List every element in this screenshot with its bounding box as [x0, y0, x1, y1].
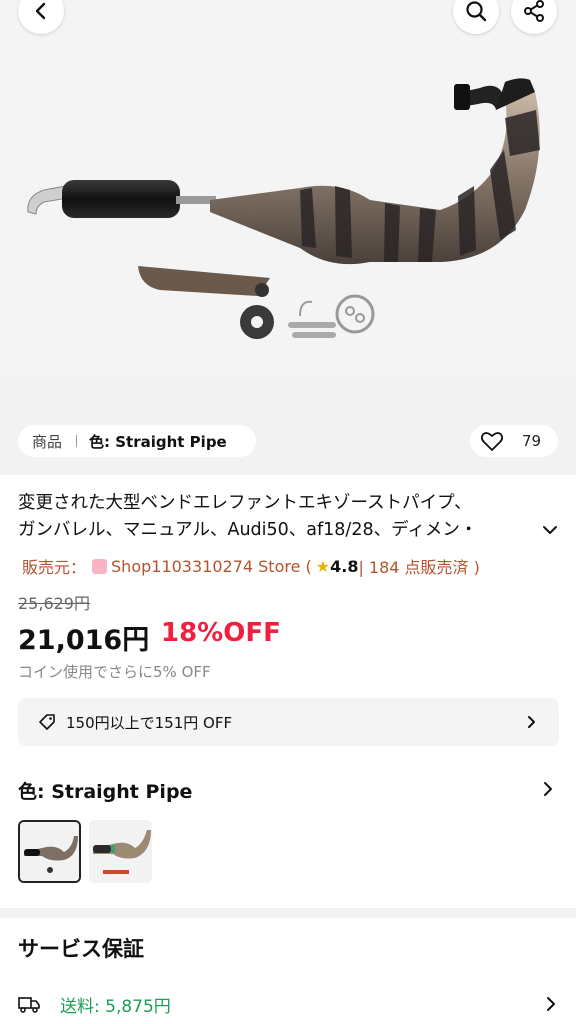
product-title-line-1: 変更された大型ベンドエレファントエキゾーストパイプ、 — [18, 493, 472, 513]
product-page: 商品 色: Straight Pipe 79 変更された大型ベンドエレファントエ… — [0, 0, 576, 1024]
seller-prefix: 販売元： — [22, 558, 87, 577]
truck-icon — [18, 997, 40, 1013]
exhaust-pipe-illustration — [27, 78, 540, 339]
shipping-row[interactable]: 送料: 5,875円 — [18, 990, 559, 1018]
current-price: 21,016円 — [18, 625, 150, 656]
variant-chip-tag: 商品 — [32, 432, 63, 451]
favorite-button[interactable]: 79 — [470, 425, 558, 457]
chevron-down-icon — [543, 526, 557, 534]
discount-badge: 18%OFF — [161, 618, 281, 648]
coin-note: コイン使用でさらに5% OFF — [18, 663, 211, 681]
coupon-text: 150円以上で151円 OFF — [66, 713, 233, 732]
tag-icon — [39, 714, 55, 730]
original-price: 25,629円 — [18, 594, 90, 613]
swatch-thumbnail — [89, 820, 152, 883]
variant-chip[interactable]: 商品 色: Straight Pipe — [18, 425, 256, 457]
search-icon — [466, 1, 487, 22]
store-bag-icon — [92, 558, 108, 574]
store-name: Shop1103310274 Store ( — [111, 556, 312, 576]
color-section-heading[interactable]: 色: Straight Pipe — [18, 777, 192, 804]
star-icon: ★ — [315, 556, 331, 576]
seller-link[interactable]: 販売元： Shop1103310274 Store ( ★ 4.8 | 184 … — [22, 554, 480, 578]
coupon-banner[interactable]: 150円以上で151円 OFF — [18, 698, 559, 746]
share-icon — [524, 0, 544, 22]
favorite-count: 79 — [522, 432, 542, 450]
chevron-right-icon — [547, 997, 555, 1011]
chevron-right-icon — [544, 782, 552, 796]
color-swatch-straight-pipe[interactable] — [18, 820, 81, 883]
chevron-right-icon — [528, 716, 535, 728]
variant-chip-divider — [76, 435, 78, 447]
chevron-left-icon — [35, 2, 46, 20]
color-swatch-2[interactable] — [89, 820, 152, 883]
store-sold-count: | 184 点販売済 ) — [358, 558, 480, 577]
product-title-line-2: ガンバレル、マニュアル、Audi50、af18/28、ディメン・ — [18, 520, 478, 540]
store-rating: 4.8 — [330, 556, 359, 576]
product-title[interactable]: 変更された大型ベンドエレファントエキゾーストパイプ、 ガンバレル、マニュアル、A… — [18, 490, 543, 544]
variant-chip-label: 色: Straight Pipe — [89, 432, 227, 451]
service-heading: サービス保証 — [18, 937, 144, 961]
color-section-arrow[interactable] — [540, 780, 556, 802]
product-image[interactable] — [0, 0, 576, 378]
section-divider — [0, 908, 576, 918]
swatch-thumbnail — [20, 822, 79, 881]
shipping-label: 送料: 5,875円 — [60, 996, 171, 1017]
title-expand-button[interactable] — [540, 520, 560, 544]
heart-icon — [480, 432, 504, 451]
